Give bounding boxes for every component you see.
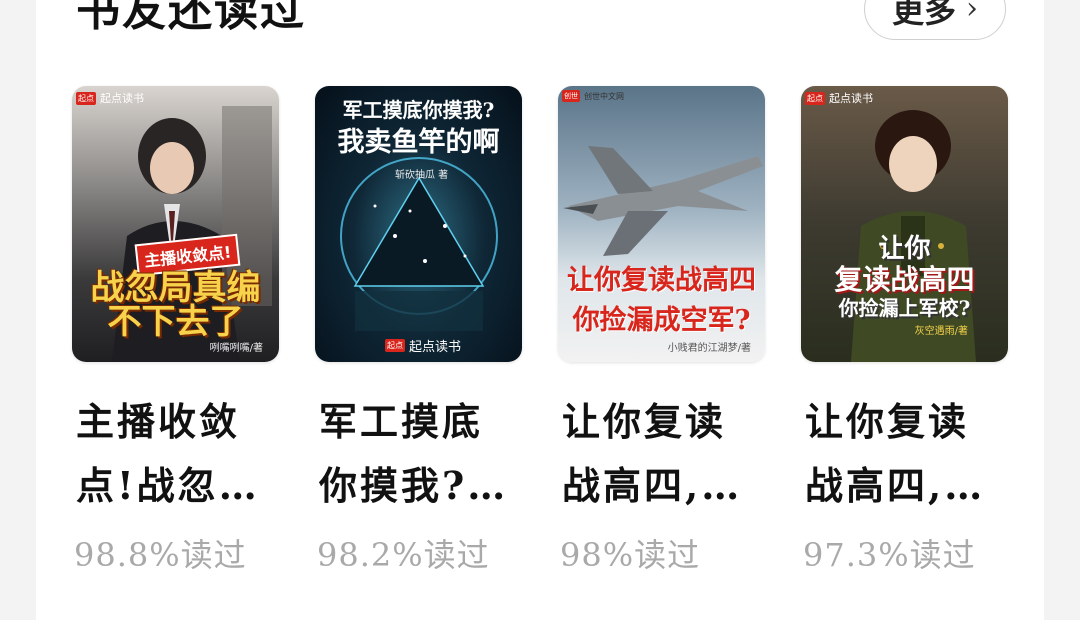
- book-cover[interactable]: 创世 创世中文网 让你复读战高四 你捡漏成空军? 小贱君的江湖梦/著: [558, 86, 765, 362]
- book-title: 让你复读战高四,你捡漏上军校?: [805, 399, 986, 508]
- qidian-logo-icon: 起点: [76, 91, 96, 105]
- more-button[interactable]: 更多 ›: [864, 0, 1006, 40]
- book-title: 主播收敛点!战忽局真编不下去了: [76, 399, 260, 508]
- book-title: 让你复读战高四,你捡漏成空军?: [562, 399, 743, 508]
- book-title: 军工摸底你摸我?我卖鱼竿的啊: [319, 399, 509, 508]
- book-item[interactable]: 军工摸底你摸我? 我卖鱼竿的啊 斩砍抽瓜 著 起点 起点读书 军工摸底你摸我?我…: [315, 86, 523, 574]
- cover-title-line2: 你捡漏成空军?: [572, 305, 751, 336]
- publisher-badge: 起点 起点读书: [805, 91, 873, 105]
- cover-title-line2: 我卖鱼竿的啊: [337, 127, 500, 158]
- read-percentage: 98.8%读过: [74, 536, 247, 574]
- book-item[interactable]: 起点 起点读书 让你 复读战高四 你捡漏上军校? 灰空遇雨/著 让你复读战高四,…: [801, 86, 1009, 574]
- book-item[interactable]: 起点 起点读书 主播收敛点! 战忽局真编不下去了 咧嘴咧嘴/著 主播收敛点!战忽…: [72, 86, 280, 574]
- cover-author: 小贱君的江湖梦/著: [667, 343, 751, 354]
- publisher-badge: 创世 创世中文网: [562, 90, 624, 102]
- read-percentage: 98%读过: [560, 536, 701, 574]
- more-label: 更多: [891, 0, 956, 30]
- chuangshi-logo-icon: 创世: [562, 90, 580, 102]
- cover-title: 战忽局真编不下去了: [90, 268, 261, 342]
- book-cover[interactable]: 军工摸底你摸我? 我卖鱼竿的啊 斩砍抽瓜 著 起点 起点读书: [315, 86, 522, 362]
- cover-title-line3: 你捡漏上军校?: [838, 296, 971, 320]
- book-cover[interactable]: 起点 起点读书 主播收敛点! 战忽局真编不下去了 咧嘴咧嘴/著: [72, 86, 279, 362]
- cover-author: 斩砍抽瓜 著: [395, 170, 449, 181]
- cover-author: 咧嘴咧嘴/著: [209, 343, 263, 354]
- qidian-logo-icon: 起点: [385, 339, 405, 352]
- cover-title-line1: 让你复读战高四: [567, 265, 756, 296]
- cover-author: 灰空遇雨/著: [914, 326, 968, 337]
- cover-title-line1: 军工摸底你摸我?: [342, 98, 495, 122]
- publisher-badge: 起点 起点读书: [385, 339, 462, 355]
- book-item[interactable]: 创世 创世中文网 让你复读战高四 你捡漏成空军? 小贱君的江湖梦/著 让你复读战…: [558, 86, 766, 574]
- read-percentage: 97.3%读过: [803, 536, 976, 574]
- section-title: 书友还读过: [76, 0, 306, 36]
- chevron-right-icon: ›: [966, 0, 978, 26]
- qidian-logo-icon: 起点: [805, 91, 825, 105]
- book-cover[interactable]: 起点 起点读书 让你 复读战高四 你捡漏上军校? 灰空遇雨/著: [801, 86, 1008, 362]
- publisher-badge: 起点 起点读书: [76, 91, 144, 105]
- read-percentage: 98.2%读过: [317, 536, 490, 574]
